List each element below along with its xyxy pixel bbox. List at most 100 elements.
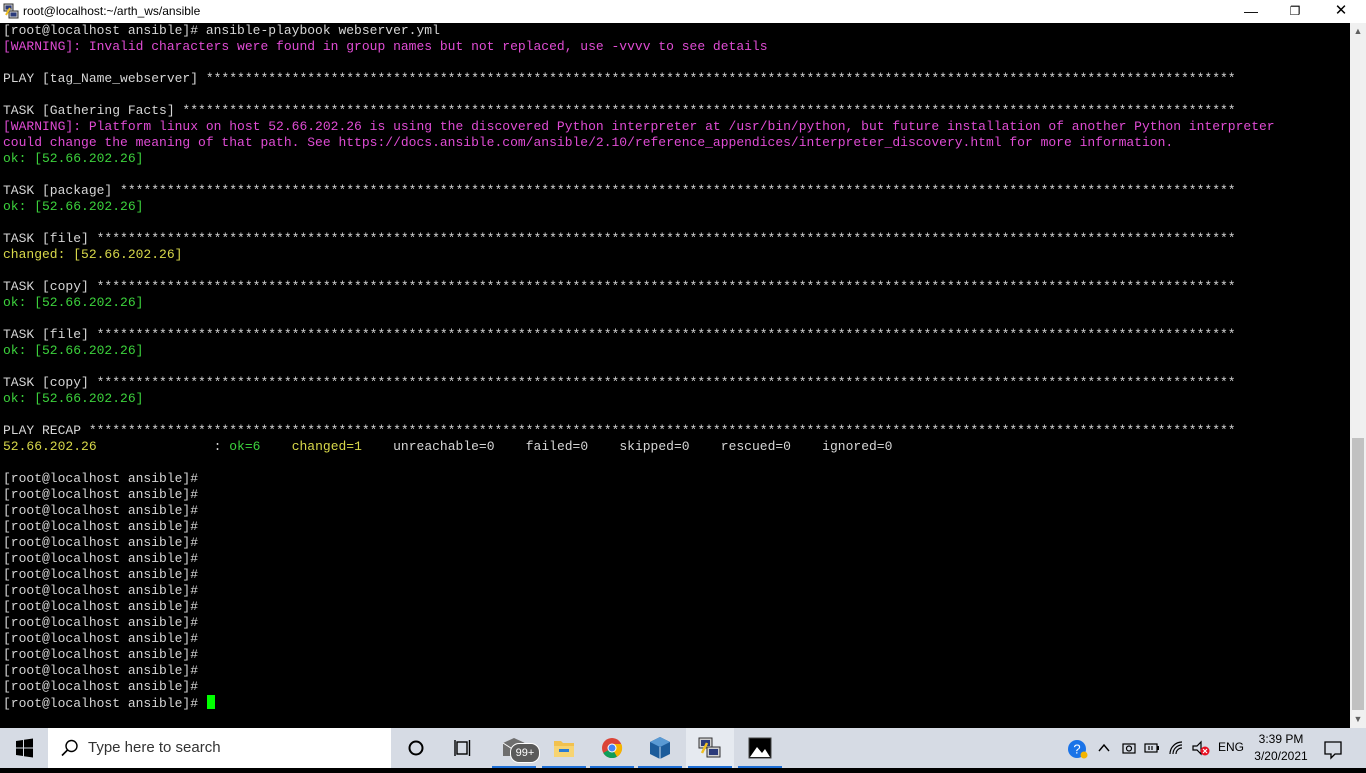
terminal-lines: [root@localhost ansible]# ansible-playbo…	[3, 23, 1349, 711]
terminal-line: [WARNING]: Platform linux on host 52.66.…	[3, 119, 1349, 135]
terminal-line: [root@localhost ansible]#	[3, 695, 1349, 711]
terminal-text-segment: [root@localhost ansible]#	[3, 503, 199, 518]
terminal-text-segment: [root@localhost ansible]#	[3, 631, 199, 646]
search-icon	[61, 739, 78, 757]
virtualbox-icon	[650, 737, 670, 759]
putty-icon	[698, 737, 721, 758]
terminal-text-segment: ok: [52.66.202.26]	[3, 391, 144, 406]
terminal-line: ok: [52.66.202.26]	[3, 199, 1349, 215]
terminal-text-segment: [root@localhost ansible]#	[3, 583, 199, 598]
terminal-text-segment: [root@localhost ansible]#	[3, 647, 199, 662]
putty-taskbar-button[interactable]	[686, 728, 734, 768]
terminal-line: [root@localhost ansible]#	[3, 487, 1349, 503]
file-explorer-icon	[554, 741, 574, 757]
title-bar: root@localhost:~/arth_ws/ansible — ❐ ✕	[0, 0, 1366, 23]
terminal-text-segment: [root@localhost ansible]#	[3, 551, 199, 566]
terminal-line: [root@localhost ansible]#	[3, 663, 1349, 679]
terminal-text-segment: ok: [52.66.202.26]	[3, 295, 144, 310]
terminal-line: [root@localhost ansible]#	[3, 599, 1349, 615]
terminal-line: ok: [52.66.202.26]	[3, 151, 1349, 167]
terminal-cursor	[206, 695, 215, 709]
terminal-line: 52.66.202.26 : ok=6 changed=1 unreachabl…	[3, 439, 1349, 455]
minimize-button[interactable]: —	[1228, 0, 1274, 23]
terminal-line: changed: [52.66.202.26]	[3, 247, 1349, 263]
terminal-line: [WARNING]: Invalid characters were found…	[3, 39, 1349, 55]
terminal-line: ok: [52.66.202.26]	[3, 343, 1349, 359]
notification-center-icon[interactable]	[1320, 736, 1346, 762]
putty-icon	[3, 3, 19, 19]
mail-unread-badge: 99+	[510, 743, 540, 763]
terminal-line: TASK [package] *************************…	[3, 183, 1349, 199]
terminal-text-segment: [WARNING]: Invalid characters were found…	[3, 39, 768, 54]
terminal-text-segment: [root@localhost ansible]#	[3, 519, 199, 534]
start-button[interactable]	[0, 728, 48, 768]
terminal-text-segment: could change the meaning of that path. S…	[3, 135, 1174, 150]
clock-time: 3:39 PM	[1258, 732, 1304, 746]
terminal-text-segment: changed: [52.66.202.26]	[3, 247, 183, 262]
chrome-icon	[602, 738, 623, 759]
terminal-line: [root@localhost ansible]#	[3, 535, 1349, 551]
task-view-button[interactable]	[440, 728, 488, 768]
terminal-text-segment: TASK [file] ****************************…	[3, 327, 1236, 342]
terminal-line: ok: [52.66.202.26]	[3, 295, 1349, 311]
chrome-button[interactable]	[588, 728, 636, 768]
terminal-text-segment: [root@localhost ansible]#	[3, 567, 199, 582]
wifi-icon[interactable]	[1167, 739, 1185, 757]
terminal-text-segment: PLAY [tag_Name_webserver] **************…	[3, 71, 1236, 86]
terminal-text-segment: unreachable=0 failed=0 skipped=0 rescued…	[361, 439, 893, 454]
taskbar: Type here to search 99+ ? ENG 3:39 PM 3/…	[0, 728, 1366, 768]
clock-date: 3/20/2021	[1254, 749, 1308, 763]
vertical-scrollbar[interactable]: ▲ ▼	[1350, 23, 1366, 728]
terminal-text-segment: ok=6	[229, 439, 261, 454]
scroll-up-arrow-icon[interactable]: ▲	[1350, 23, 1366, 40]
terminal-text-segment: [root@localhost ansible]#	[3, 471, 199, 486]
scroll-thumb[interactable]	[1352, 438, 1364, 710]
windows-start-icon	[16, 738, 33, 758]
terminal-output[interactable]: [root@localhost ansible]# ansible-playbo…	[0, 23, 1350, 728]
terminal-text-segment: TASK [copy] ****************************…	[3, 279, 1236, 294]
terminal-text-segment: [root@localhost ansible]#	[3, 599, 199, 614]
task-view-icon	[454, 740, 471, 756]
virtualbox-button[interactable]	[636, 728, 684, 768]
window-title: root@localhost:~/arth_ws/ansible	[23, 4, 201, 18]
terminal-line: [root@localhost ansible]#	[3, 519, 1349, 535]
terminal-text-segment: :	[96, 439, 230, 454]
terminal-text-segment: [root@localhost ansible]#	[3, 663, 199, 678]
terminal-line: [root@localhost ansible]#	[3, 631, 1349, 647]
maximize-button[interactable]: ❐	[1272, 0, 1318, 23]
volume-muted-icon[interactable]	[1190, 739, 1212, 757]
terminal-text-segment: changed=1	[291, 439, 362, 454]
terminal-text-segment: [root@localhost ansible]#	[3, 615, 199, 630]
help-icon[interactable]: ?	[1066, 738, 1088, 760]
terminal-text-segment: [WARNING]: Platform linux on host 52.66.…	[3, 119, 1275, 134]
terminal-line: [root@localhost ansible]#	[3, 583, 1349, 599]
terminal-text-segment: [root@localhost ansible]#	[3, 679, 199, 694]
cortana-button[interactable]	[392, 728, 440, 768]
terminal-text-segment: TASK [copy] ****************************…	[3, 375, 1236, 390]
file-explorer-button[interactable]	[540, 728, 588, 768]
show-hidden-icons-chevron-up-icon[interactable]	[1096, 740, 1112, 756]
terminal-line: [root@localhost ansible]# ansible-playbo…	[3, 23, 1349, 39]
terminal-line: [root@localhost ansible]#	[3, 471, 1349, 487]
close-button[interactable]: ✕	[1318, 0, 1364, 23]
cortana-icon	[408, 740, 424, 756]
battery-plug-icon[interactable]	[1143, 740, 1161, 756]
camera-icon[interactable]	[1120, 740, 1138, 756]
scroll-down-arrow-icon[interactable]: ▼	[1350, 711, 1366, 728]
language-indicator[interactable]: ENG	[1218, 740, 1244, 754]
terminal-line: TASK [file] ****************************…	[3, 327, 1349, 343]
system-clock[interactable]: 3:39 PM 3/20/2021	[1250, 731, 1312, 765]
svg-text:?: ?	[1073, 742, 1080, 757]
taskbar-search-box[interactable]: Type here to search	[48, 728, 391, 768]
terminal-text-segment: 52.66.202.26	[3, 439, 97, 454]
photos-button[interactable]	[736, 728, 784, 768]
terminal-text-segment: ok: [52.66.202.26]	[3, 343, 144, 358]
